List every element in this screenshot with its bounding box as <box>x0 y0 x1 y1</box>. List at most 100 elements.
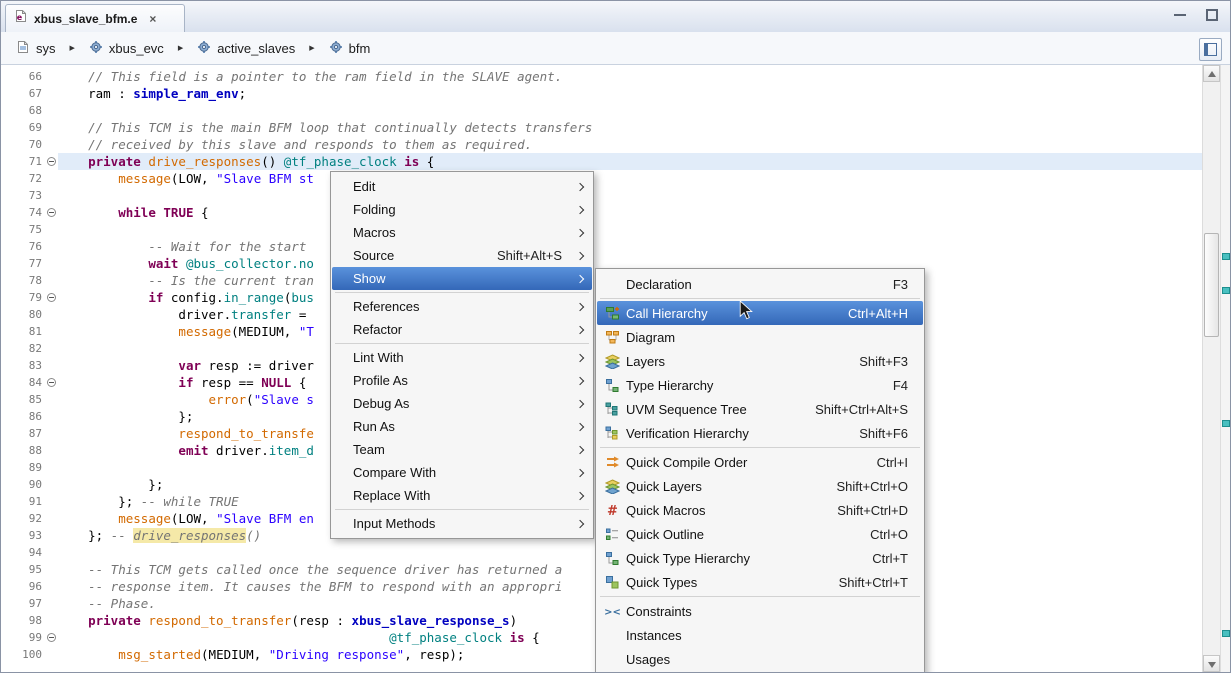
menu-item-verification-hierarchy[interactable]: Verification HierarchyShift+F6 <box>597 421 923 445</box>
overview-ruler[interactable] <box>1220 65 1230 672</box>
menu-item-uvm-sequence-tree[interactable]: UVM Sequence TreeShift+Ctrl+Alt+S <box>597 397 923 421</box>
menu-item-input-methods[interactable]: Input Methods <box>332 512 592 535</box>
menu-item-profile-as[interactable]: Profile As <box>332 369 592 392</box>
menu-item-quick-macros[interactable]: #Quick MacrosShift+Ctrl+D <box>597 498 923 522</box>
menu-item-replace-with[interactable]: Replace With <box>332 484 592 507</box>
code-line-73[interactable]: 73 <box>1 187 1202 204</box>
breadcrumb-item-xbus-evc[interactable]: xbus_evc <box>84 38 169 59</box>
submenu-arrow-icon <box>575 375 587 387</box>
menu-item-quick-types[interactable]: Quick TypesShift+Ctrl+T <box>597 570 923 594</box>
code-line-71[interactable]: 71 private drive_responses() @tf_phase_c… <box>1 153 1202 170</box>
scroll-up-arrow-icon[interactable] <box>1203 65 1220 82</box>
occurrence-mark[interactable] <box>1222 287 1230 294</box>
vertical-scrollbar[interactable] <box>1202 65 1220 672</box>
fold-spacer <box>45 646 58 663</box>
line-number: 90 <box>1 476 45 493</box>
menu-item-label: Quick Types <box>626 575 839 590</box>
line-number: 71 <box>1 153 45 170</box>
code-line-68[interactable]: 68 <box>1 102 1202 119</box>
menu-shortcut: Ctrl+O <box>870 527 921 542</box>
fold-marker-icon[interactable] <box>45 374 58 391</box>
menu-shortcut: Shift+Ctrl+D <box>837 503 921 518</box>
code-line-74[interactable]: 74 while TRUE { <box>1 204 1202 221</box>
menu-item-edit[interactable]: Edit <box>332 175 592 198</box>
menu-item-debug-as[interactable]: Debug As <box>332 392 592 415</box>
toggle-breadcrumb-button[interactable] <box>1199 38 1222 61</box>
menu-item-declaration[interactable]: DeclarationF3 <box>597 272 923 296</box>
fold-marker-icon[interactable] <box>45 289 58 306</box>
menu-shortcut: Shift+F3 <box>859 354 921 369</box>
line-number: 83 <box>1 357 45 374</box>
file-icon <box>16 40 30 57</box>
menu-item-folding[interactable]: Folding <box>332 198 592 221</box>
menu-item-label: Verification Hierarchy <box>626 426 859 441</box>
menu-item-diagram[interactable]: Diagram <box>597 325 923 349</box>
breadcrumb-item-bfm[interactable]: bfm <box>324 38 376 59</box>
code-line-76[interactable]: 76 -- Wait for the start <box>1 238 1202 255</box>
line-number: 86 <box>1 408 45 425</box>
fold-marker-icon[interactable] <box>45 629 58 646</box>
editor-tab[interactable]: e xbus_slave_bfm.e × <box>5 4 185 32</box>
menu-item-label: Type Hierarchy <box>626 378 893 393</box>
menu-item-quick-compile-order[interactable]: Quick Compile OrderCtrl+I <box>597 450 923 474</box>
submenu-arrow-icon <box>575 398 587 410</box>
menu-item-constraints[interactable]: ><Constraints <box>597 599 923 623</box>
call-hierarchy-icon <box>599 306 626 321</box>
editor-tab-bar: e xbus_slave_bfm.e × <box>1 1 1230 33</box>
menu-item-quick-outline[interactable]: Quick OutlineCtrl+O <box>597 522 923 546</box>
menu-item-compare-with[interactable]: Compare With <box>332 461 592 484</box>
menu-item-run-as[interactable]: Run As <box>332 415 592 438</box>
fold-spacer <box>45 221 58 238</box>
menu-item-call-hierarchy[interactable]: Call HierarchyCtrl+Alt+H <box>597 301 923 325</box>
scrollbar-thumb[interactable] <box>1204 233 1219 337</box>
code-line-72[interactable]: 72 message(LOW, "Slave BFM st <box>1 170 1202 187</box>
line-number: 68 <box>1 102 45 119</box>
menu-item-macros[interactable]: Macros <box>332 221 592 244</box>
code-line-70[interactable]: 70 // received by this slave and respond… <box>1 136 1202 153</box>
menu-item-type-hierarchy[interactable]: Type HierarchyF4 <box>597 373 923 397</box>
menu-shortcut: Ctrl+Alt+H <box>848 306 921 321</box>
code-line-69[interactable]: 69 // This TCM is the main BFM loop that… <box>1 119 1202 136</box>
menu-item-team[interactable]: Team <box>332 438 592 461</box>
minimize-icon[interactable] <box>1172 7 1188 23</box>
line-number: 99 <box>1 629 45 646</box>
svg-text:e: e <box>17 13 23 22</box>
menu-item-lint-with[interactable]: Lint With <box>332 346 592 369</box>
menu-item-refactor[interactable]: Refactor <box>332 318 592 341</box>
fold-spacer <box>45 238 58 255</box>
fold-marker-icon[interactable] <box>45 204 58 221</box>
window-controls <box>1172 7 1220 23</box>
menu-item-label: Usages <box>626 652 908 667</box>
code-text: // This TCM is the main BFM loop that co… <box>58 119 1202 136</box>
maximize-icon[interactable] <box>1204 7 1220 23</box>
menu-item-source[interactable]: SourceShift+Alt+S <box>332 244 592 267</box>
submenu-arrow-icon <box>575 181 587 193</box>
menu-shortcut: Shift+Ctrl+Alt+S <box>815 402 921 417</box>
fold-spacer <box>45 255 58 272</box>
line-number: 67 <box>1 85 45 102</box>
menu-item-quick-type-hierarchy[interactable]: Quick Type HierarchyCtrl+T <box>597 546 923 570</box>
menu-item-layers[interactable]: LayersShift+F3 <box>597 349 923 373</box>
fold-spacer <box>45 340 58 357</box>
menu-item-show[interactable]: Show <box>332 267 592 290</box>
code-line-75[interactable]: 75 <box>1 221 1202 238</box>
tab-close-icon[interactable]: × <box>149 12 156 26</box>
tab-title: xbus_slave_bfm.e <box>34 12 137 26</box>
menu-item-label: Replace With <box>353 488 562 503</box>
code-line-66[interactable]: 66 // This field is a pointer to the ram… <box>1 68 1202 85</box>
menu-item-quick-layers[interactable]: Quick LayersShift+Ctrl+O <box>597 474 923 498</box>
scroll-down-arrow-icon[interactable] <box>1203 655 1220 672</box>
breadcrumb-item-active-slaves[interactable]: active_slaves <box>192 38 300 59</box>
menu-item-references[interactable]: References <box>332 295 592 318</box>
breadcrumb-item-sys[interactable]: sys <box>11 38 61 59</box>
occurrence-mark[interactable] <box>1222 420 1230 427</box>
fold-marker-icon[interactable] <box>45 153 58 170</box>
menu-item-usages[interactable]: Usages <box>597 647 923 671</box>
occurrence-mark[interactable] <box>1222 253 1230 260</box>
line-number: 88 <box>1 442 45 459</box>
unit-icon <box>197 40 211 57</box>
menu-item-instances[interactable]: Instances <box>597 623 923 647</box>
code-line-67[interactable]: 67 ram : simple_ram_env; <box>1 85 1202 102</box>
fold-spacer <box>45 272 58 289</box>
occurrence-mark[interactable] <box>1222 630 1230 637</box>
